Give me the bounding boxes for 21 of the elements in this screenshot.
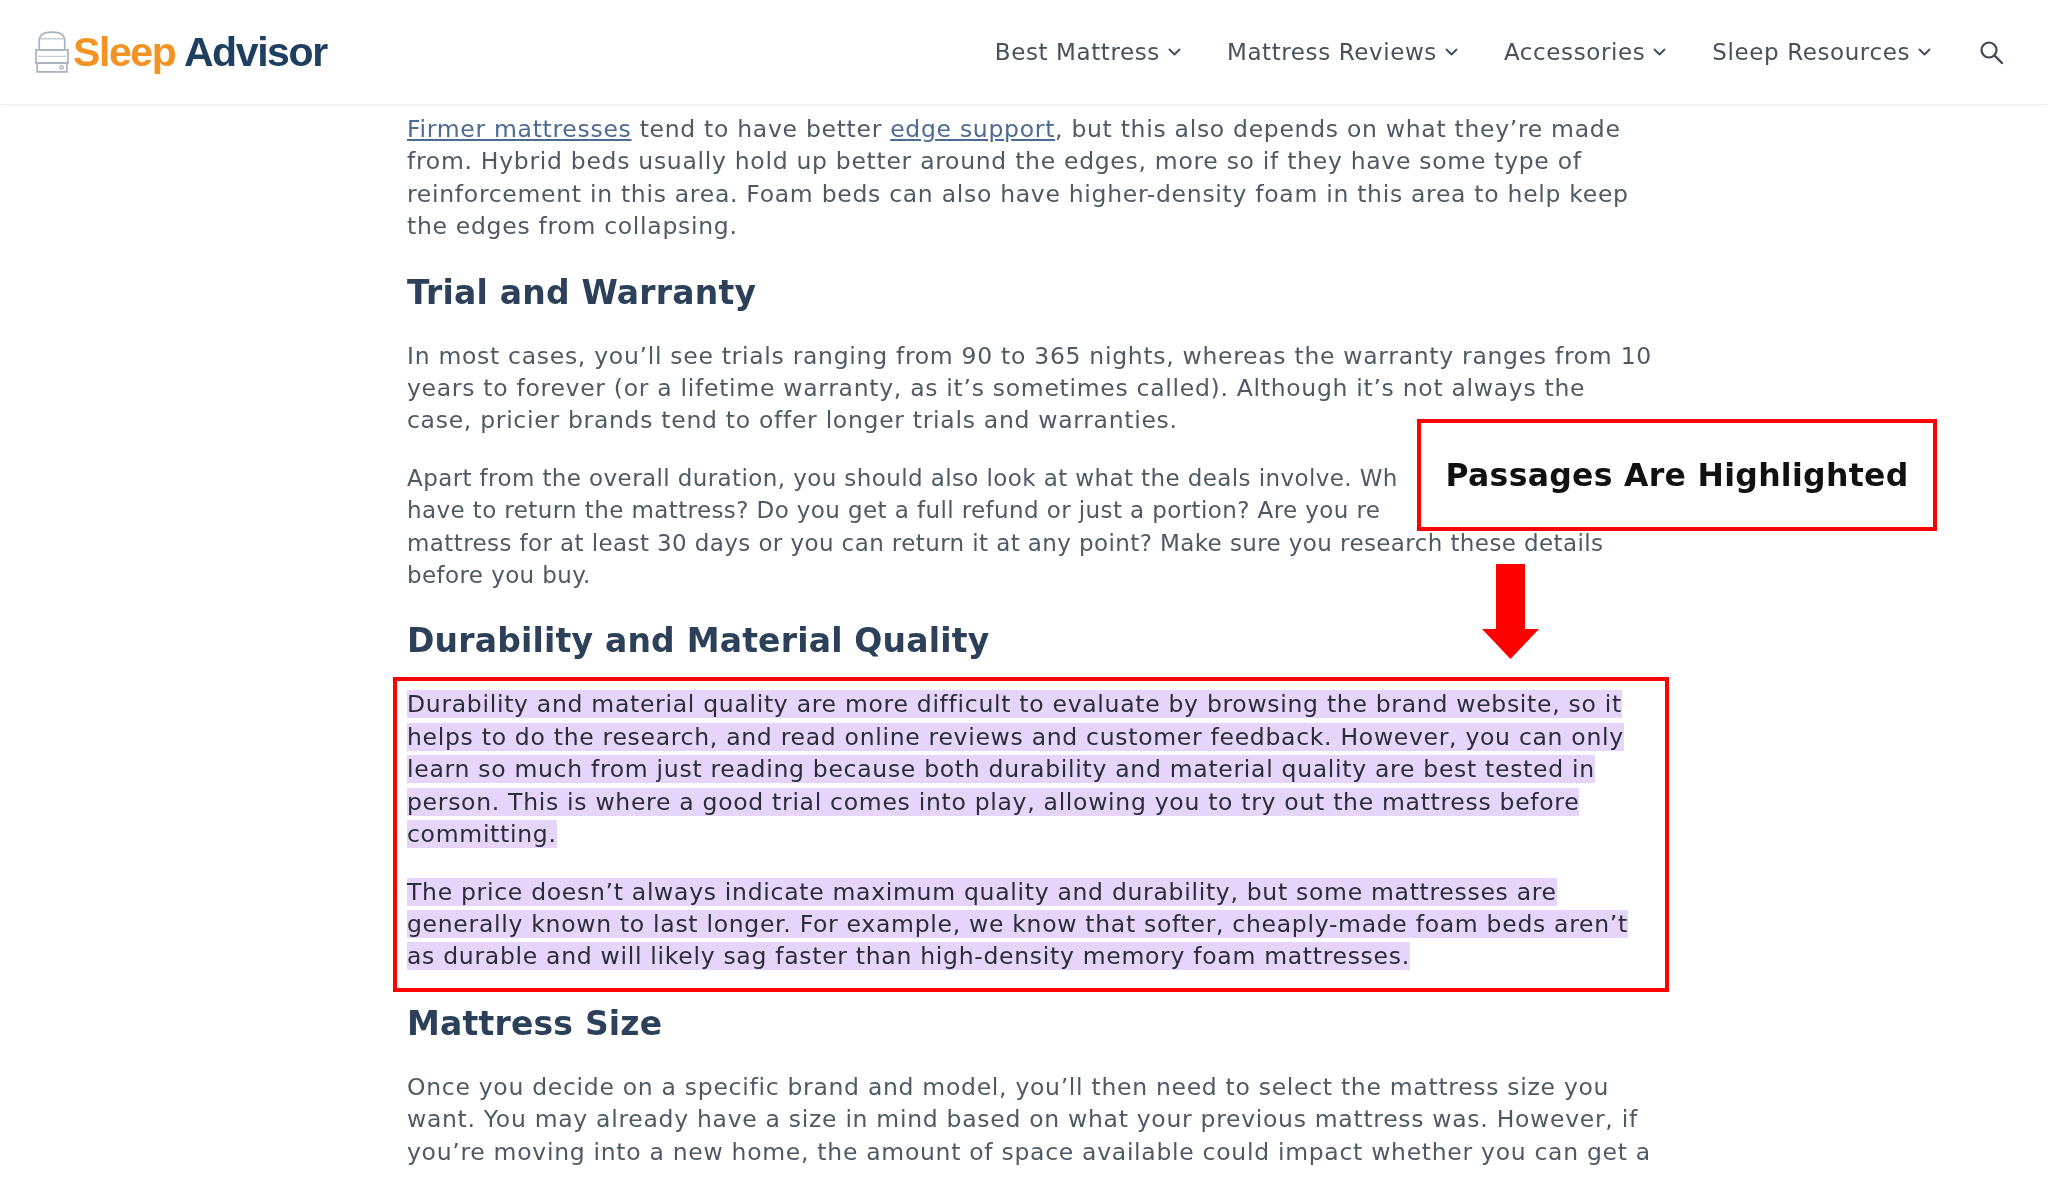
section-heading: Mattress Size	[407, 1002, 664, 1045]
text-link[interactable]: Firmer mattresses	[407, 115, 632, 143]
body-paragraph: Firmer mattresses tend to have better edge support, but this also depends on what they’re made from. Hybrid beds usually hold up better around the edges, more so if they have some type of reinforcement in this area. Foam beds can also have higher-density foam in this area to help keep the edges from collapsing.	[407, 114, 1630, 243]
nav-menu-link[interactable]: Mattress Reviews	[1226, 34, 1458, 70]
section-heading: Trial and Warranty	[407, 271, 758, 314]
body-paragraph: Once you decide on a specific brand and model, you’ll then need to select the mattress size you want. You may already have a size in mind based on what your previous mattress was. However, if you’re moving into a new home, the amount of space available could impact whether you can get a	[407, 1071, 1652, 1168]
nav-menu-link[interactable]: Best Mattress	[994, 34, 1181, 70]
body-text-line: have to return the mattress? Do you get a full refund or just a portion? Are you re	[407, 496, 1381, 526]
nav-menu-link[interactable]: Sleep Resources	[1712, 34, 1931, 70]
callout-label: Passages Are Highlighted	[1417, 419, 1937, 532]
search-icon[interactable]	[1979, 39, 2004, 65]
text-link[interactable]: edge support	[890, 115, 1056, 143]
down-arrow-icon	[1482, 564, 1539, 660]
site-logo[interactable]: Sleep Advisor	[35, 31, 327, 73]
mattress-icon	[35, 31, 69, 73]
highlighted-paragraph: Durability and material quality are more difficult to evaluate by browsing the brand website, so it helps to do the research, and read online reviews and customer feedback. However, you can only learn so much from just reading because both durability and material quality are best tested in person. This is where a good trial comes into play, allowing you to try out the mattress before committing.	[407, 689, 1625, 851]
body-text-line: before you buy.	[407, 561, 591, 591]
highlighted-paragraph: The price doesn’t always indicate maximum quality and durability, but some mattresses are generally known to last longer. For example, we know that softer, cheaply-made foam beds aren’t as durable and will likely sag faster than high-density memory foam mattresses.	[407, 876, 1629, 973]
body-text-line: Apart from the overall duration, you should also look at what the deals involve. Wh	[407, 463, 1398, 493]
section-heading: Durability and Material Quality	[407, 620, 991, 663]
nav-menu-link[interactable]: Accessories	[1503, 34, 1667, 70]
